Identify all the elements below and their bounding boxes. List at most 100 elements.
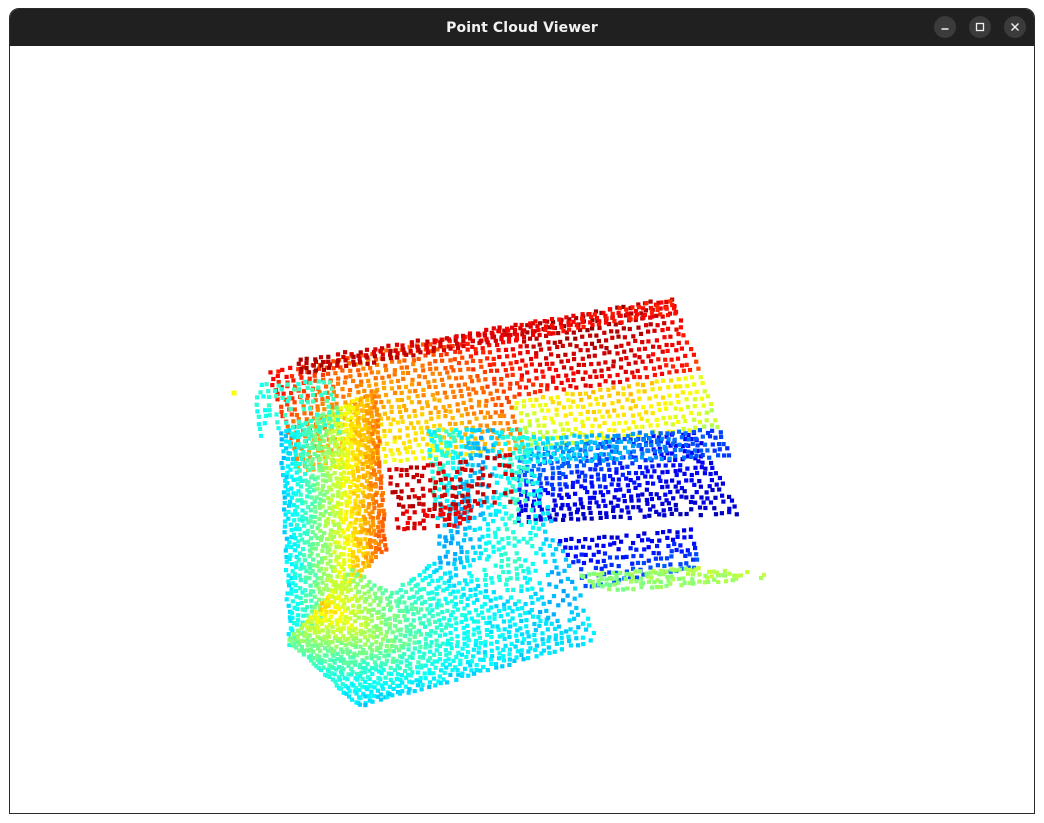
point [504,332,509,337]
point [378,348,383,353]
point [696,566,701,571]
point [655,307,660,312]
point [422,651,427,656]
point [567,464,572,469]
point [452,357,457,362]
point [670,320,675,325]
point [463,459,468,464]
point [570,446,575,452]
point [654,492,659,497]
point [630,305,635,310]
point [576,369,581,375]
point [506,570,511,575]
point [427,656,433,661]
point [266,389,271,394]
point [666,437,671,442]
point [438,344,443,349]
point [550,552,555,557]
point [665,574,670,579]
point [411,425,416,431]
point-cloud[interactable] [10,46,1034,814]
point [466,386,471,391]
point [369,483,374,488]
minimize-button[interactable] [934,16,956,38]
point [306,639,311,644]
point [324,489,329,494]
point [380,375,385,380]
point [577,434,582,439]
point [358,452,363,457]
point [347,582,352,587]
point [639,416,644,421]
point [468,594,473,599]
point [624,533,629,538]
point [569,610,574,615]
point [506,476,511,481]
point [549,416,554,421]
point [635,575,640,580]
close-button[interactable] [1004,16,1026,38]
point [533,520,538,526]
point [576,325,581,330]
point [573,427,578,432]
point [477,635,482,640]
point [504,487,509,492]
point [580,334,585,339]
point [478,359,483,364]
point [568,643,573,648]
point [316,629,322,634]
point [342,380,348,385]
point [538,488,543,493]
point [610,401,615,406]
point [537,362,543,367]
point [555,447,560,452]
point [417,374,422,379]
point [675,356,681,361]
point [348,587,353,592]
point [268,370,273,375]
point [665,484,670,489]
point [427,684,432,690]
point [329,386,334,391]
point [488,512,493,517]
title-bar[interactable]: Point Cloud Viewer [10,9,1034,46]
point [550,466,555,471]
maximize-button[interactable] [969,16,991,38]
point [508,361,513,366]
point [430,392,435,398]
point [303,421,308,426]
point [437,651,442,657]
point [328,614,334,619]
point [327,447,332,452]
point [492,376,497,381]
point [340,464,346,470]
point [326,365,331,370]
point [715,424,720,430]
point [508,452,513,457]
point [546,340,551,345]
point [449,477,454,482]
point [575,612,581,617]
point-cloud-canvas[interactable] [10,46,1034,814]
point [660,395,666,400]
point [406,370,411,376]
point [482,415,487,420]
point [574,344,579,349]
point [501,389,506,394]
point [404,365,409,370]
point [319,618,324,623]
point [345,417,350,422]
point [442,670,447,675]
point [660,501,665,506]
point [637,347,642,352]
point [581,642,586,647]
point [534,376,539,381]
point [662,335,667,340]
point [433,683,438,688]
point [359,568,364,573]
point [287,540,292,545]
point [645,501,650,506]
point [298,566,303,571]
point [341,626,346,631]
point [293,452,298,457]
